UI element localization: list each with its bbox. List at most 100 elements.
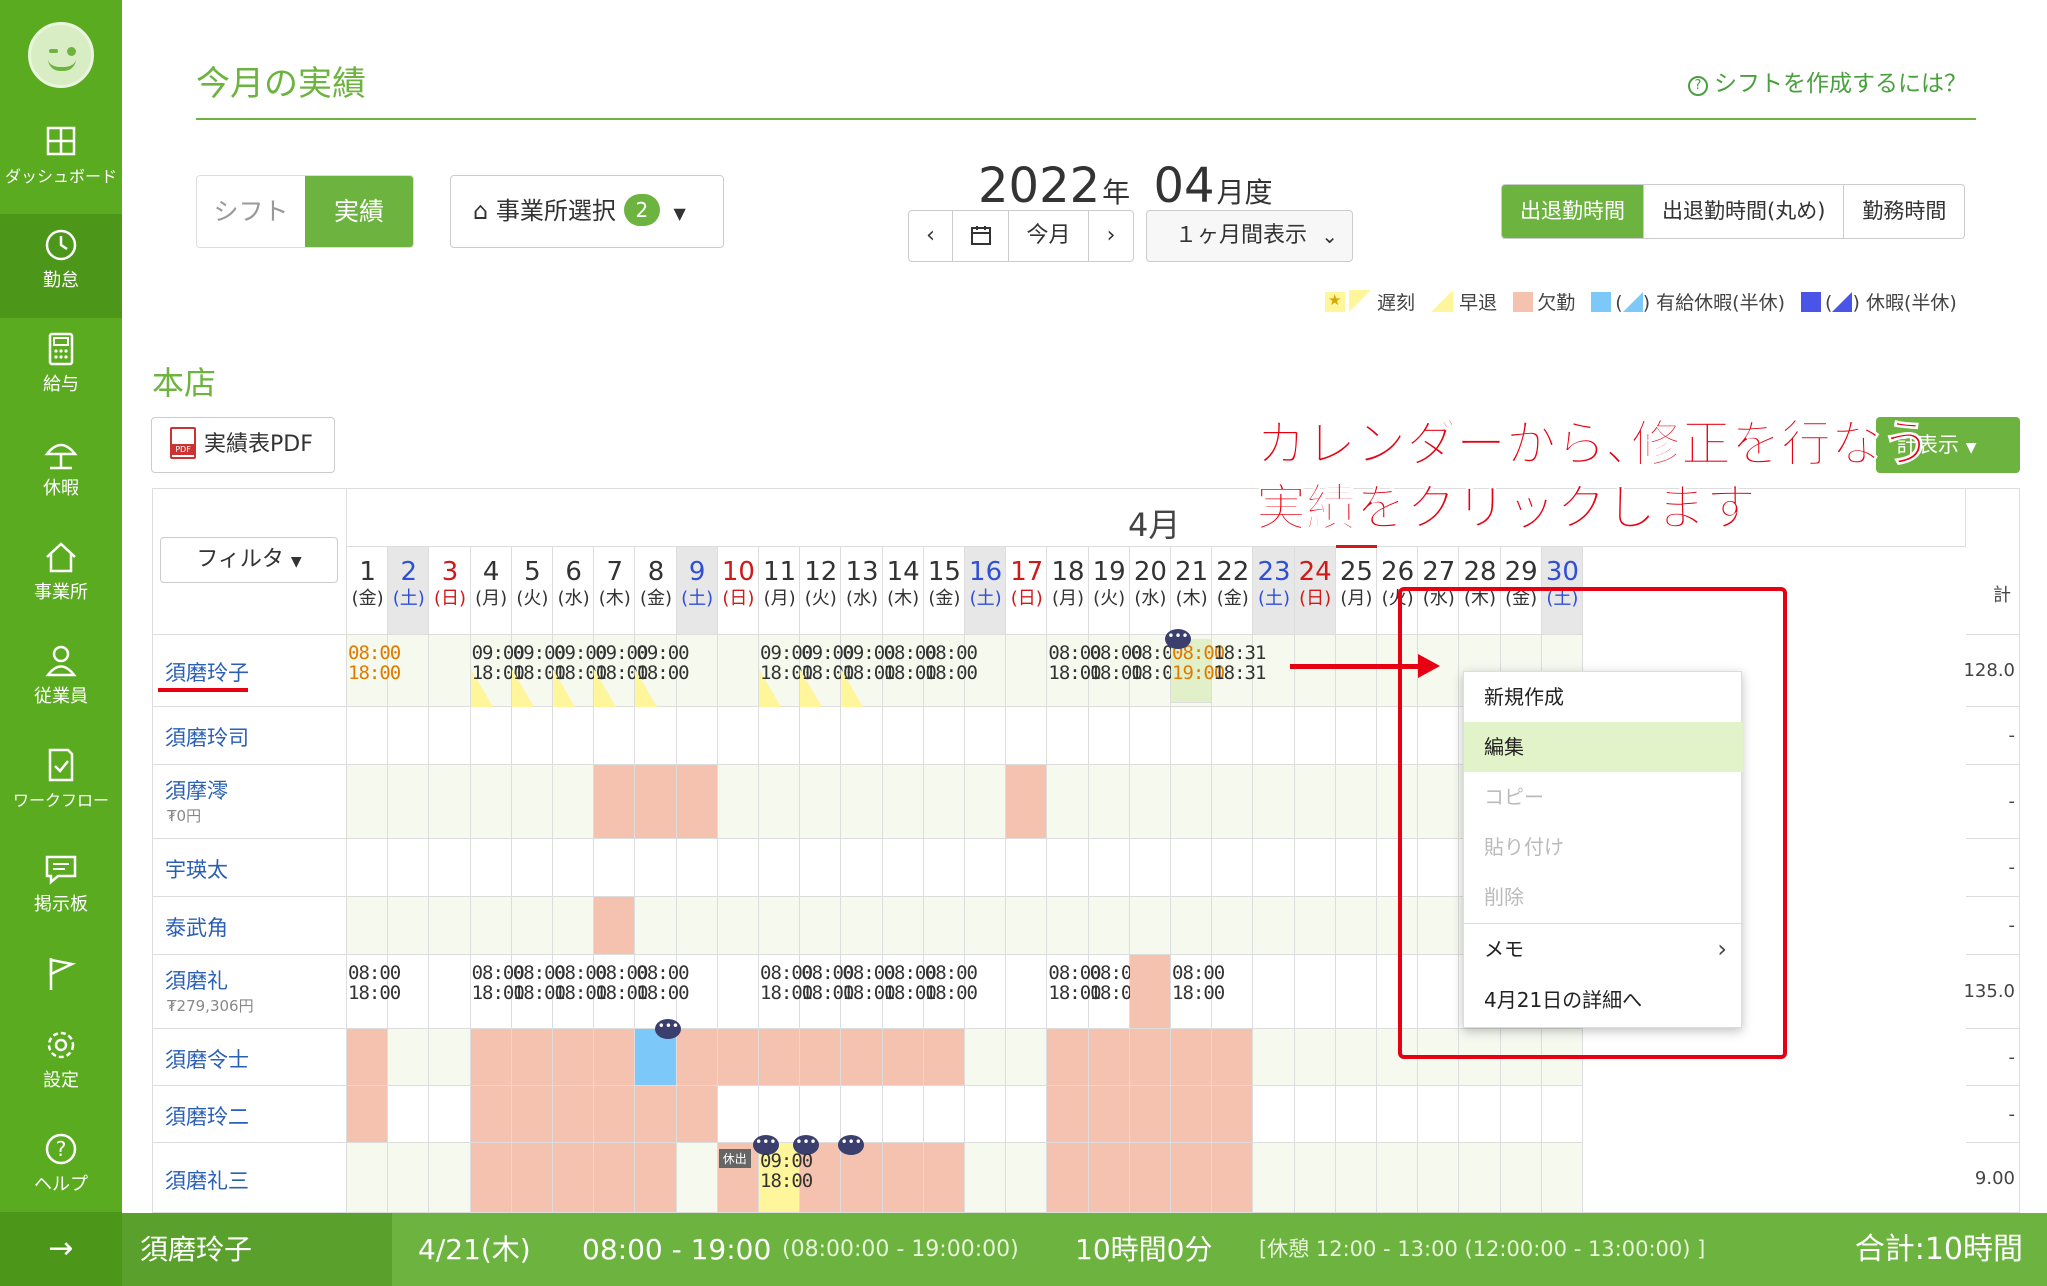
nav-payroll[interactable]: 給与 bbox=[0, 318, 122, 422]
day-cell bbox=[511, 839, 553, 897]
gear-icon bbox=[47, 1031, 75, 1059]
memo-bubble-icon[interactable]: ••• bbox=[1165, 629, 1191, 649]
nav-dashboard[interactable]: ダッシュボード bbox=[0, 110, 122, 214]
employee-name-link[interactable]: 須摩澪 bbox=[165, 775, 228, 805]
day-cell bbox=[1006, 1086, 1048, 1143]
day-cell bbox=[1335, 955, 1377, 1029]
mode-shift-button[interactable]: シフト bbox=[197, 176, 305, 247]
day-cell bbox=[429, 707, 471, 765]
employee-name-link[interactable]: 須磨玲子 bbox=[165, 657, 249, 687]
view-clock-times[interactable]: 出退勤時間 bbox=[1502, 185, 1644, 238]
annotation-arrow bbox=[1290, 664, 1426, 669]
day-header: 20 (水) bbox=[1130, 557, 1171, 611]
day-header: 7 (木) bbox=[594, 557, 635, 611]
day-cell bbox=[594, 765, 636, 839]
pdf-button[interactable]: PDF 実績表PDF bbox=[151, 417, 335, 473]
day-header: 5 (火) bbox=[512, 557, 553, 611]
day-cell bbox=[882, 1143, 924, 1212]
day-number: 3 bbox=[441, 557, 459, 587]
nav-flag[interactable] bbox=[0, 942, 122, 1002]
day-cell bbox=[470, 1086, 512, 1143]
day-cell bbox=[511, 707, 553, 765]
day-number: 2 bbox=[400, 557, 418, 587]
day-header: 25 (月) bbox=[1336, 557, 1377, 611]
day-number: 11 bbox=[763, 557, 797, 587]
employee-total: - bbox=[2008, 725, 2016, 746]
office-select-button[interactable]: ⌂ 事業所選択 2 ▼ bbox=[450, 175, 724, 248]
time-text: 08:00 bbox=[924, 642, 978, 664]
svg-text:?: ? bbox=[56, 1137, 67, 1161]
employee-name-link[interactable]: 須磨玲司 bbox=[165, 722, 249, 752]
day-cell bbox=[1129, 1086, 1171, 1143]
nav-label: 給与 bbox=[43, 374, 79, 395]
section-title: 本店 bbox=[152, 364, 217, 402]
nav-workflow[interactable]: ワークフロー bbox=[0, 734, 122, 838]
time-text: 18:00 bbox=[760, 1170, 813, 1192]
employee-name-link[interactable]: 須磨礼三 bbox=[165, 1165, 249, 1195]
employee-name-link[interactable]: 須磨令士 bbox=[165, 1044, 249, 1074]
time-text: 09:00 bbox=[636, 642, 689, 664]
calendar-icon[interactable] bbox=[953, 211, 1009, 261]
day-cell bbox=[1047, 765, 1089, 839]
view-rounded-times[interactable]: 出退勤時間(丸め) bbox=[1644, 185, 1845, 238]
late-triangle-icon bbox=[1349, 290, 1371, 312]
day-cell bbox=[594, 1029, 636, 1086]
employee-name-link[interactable]: 泰武角 bbox=[165, 912, 228, 942]
nav-help[interactable]: ? ヘルプ bbox=[0, 1118, 122, 1222]
day-number: 30 bbox=[1545, 557, 1579, 587]
day-cell bbox=[1129, 839, 1171, 897]
day-cell bbox=[470, 839, 512, 897]
filter-button[interactable]: フィルタ ▼ bbox=[160, 537, 338, 583]
day-cell bbox=[347, 765, 389, 839]
sidebar: ダッシュボード 勤怠 給与 休暇 事業所 従業員 ワークフロー 掲示板 設定 ?… bbox=[0, 0, 122, 1286]
weekday: (水) bbox=[1134, 588, 1167, 609]
legend-leave: 休暇(半休) bbox=[1865, 292, 1957, 314]
nav-label: ダッシュボード bbox=[4, 167, 117, 186]
nav-settings[interactable]: 設定 bbox=[0, 1014, 122, 1118]
nav-employees[interactable]: 従業員 bbox=[0, 630, 122, 734]
view-work-hours[interactable]: 勤務時間 bbox=[1844, 185, 1964, 238]
prev-button[interactable]: ‹ bbox=[909, 211, 953, 261]
this-month-button[interactable]: 今月 bbox=[1009, 211, 1089, 261]
day-cell bbox=[511, 1143, 553, 1212]
nav-office[interactable]: 事業所 bbox=[0, 526, 122, 630]
mode-actual-button[interactable]: 実績 bbox=[305, 176, 413, 247]
day-cell bbox=[470, 1143, 512, 1212]
employee-total: 128.0 bbox=[1963, 660, 2015, 681]
day-cell bbox=[841, 1029, 883, 1086]
day-number: 8 bbox=[647, 557, 665, 587]
day-cell bbox=[882, 897, 924, 955]
day-cell bbox=[800, 1029, 842, 1086]
memo-bubble-icon[interactable]: ••• bbox=[838, 1135, 865, 1155]
nav-attendance[interactable]: 勤怠 bbox=[0, 214, 122, 318]
day-cell bbox=[635, 897, 677, 955]
day-cell bbox=[1129, 1143, 1171, 1212]
app-logo[interactable] bbox=[28, 22, 94, 88]
day-cell bbox=[923, 1086, 965, 1143]
day-header: 10 (日) bbox=[718, 557, 759, 611]
day-cell bbox=[717, 897, 759, 955]
period-select[interactable]: １ヶ月間表示 ⌄ bbox=[1146, 210, 1353, 262]
day-cell bbox=[1006, 955, 1048, 1029]
nav-leave[interactable]: 休暇 bbox=[0, 422, 122, 526]
day-cell bbox=[635, 707, 677, 765]
employee-name-link[interactable]: 須磨礼 bbox=[165, 965, 228, 995]
day-cell bbox=[1335, 1143, 1377, 1212]
next-button[interactable]: › bbox=[1089, 211, 1133, 261]
help-link[interactable]: ? シフトを作成するには？ bbox=[1688, 64, 1967, 98]
flag-icon bbox=[49, 958, 76, 990]
employee-name-link[interactable]: 宇瑛太 bbox=[165, 854, 228, 884]
employee-name-link[interactable]: 須磨玲二 bbox=[165, 1101, 249, 1131]
day-cell bbox=[1335, 897, 1377, 955]
weekday: (木) bbox=[887, 588, 920, 609]
day-number: 13 bbox=[845, 557, 879, 587]
collapse-arrow-icon[interactable]: → bbox=[0, 1212, 122, 1286]
day-cell bbox=[429, 765, 471, 839]
nav-board[interactable]: 掲示板 bbox=[0, 838, 122, 942]
weekday: (土) bbox=[681, 588, 714, 609]
day-cell bbox=[594, 1143, 636, 1212]
day-number: 16 bbox=[969, 557, 1003, 587]
late-out-time: 18:00 bbox=[348, 662, 401, 684]
time-text: 18:00 bbox=[924, 662, 978, 684]
day-cell bbox=[511, 897, 553, 955]
